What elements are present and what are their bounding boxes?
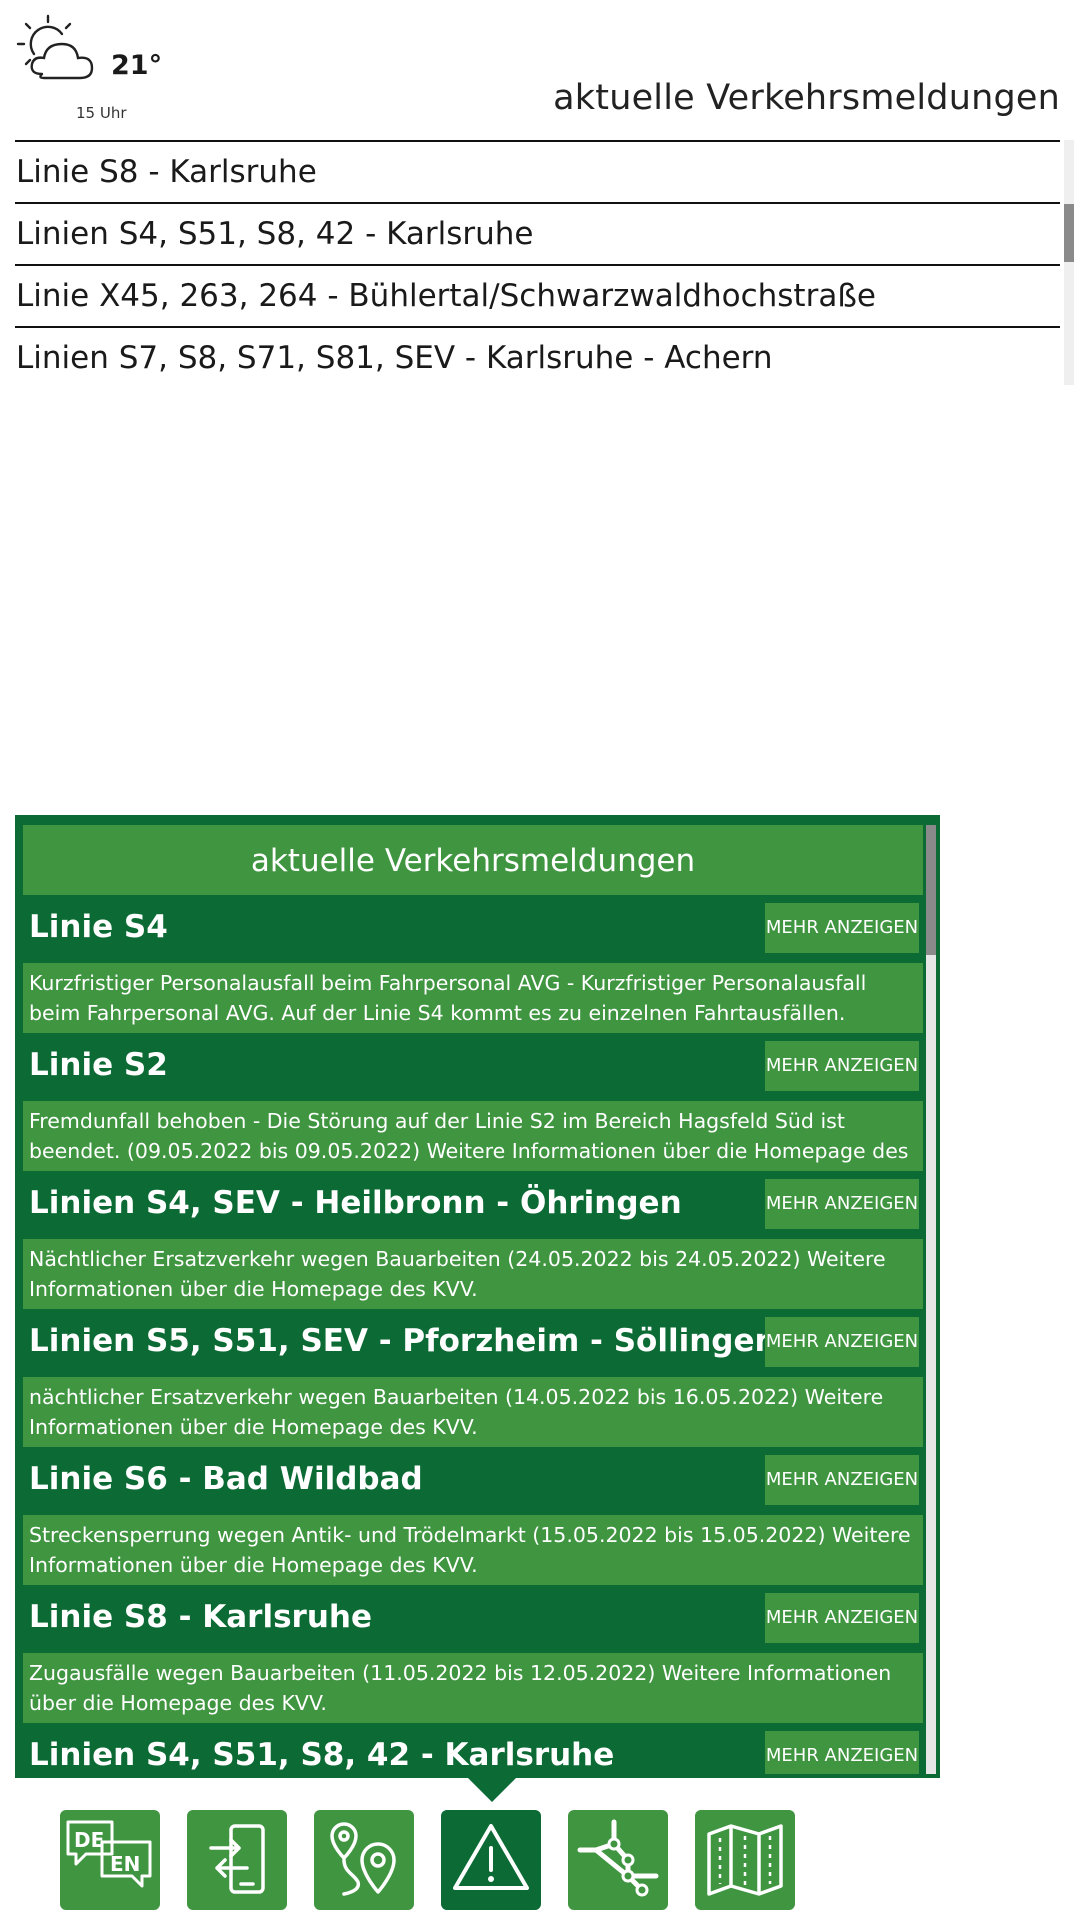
network-map-button[interactable] <box>568 1810 668 1910</box>
traffic-news-list[interactable]: Linie S8 - Karlsruhe Linien S4, S51, S8,… <box>15 140 1060 385</box>
weather-widget: 21° 15 Uhr <box>16 14 166 122</box>
message-header: Linien S4, SEV - Heilbronn - Öhringen ME… <box>23 1173 923 1239</box>
message-text: Zugausfälle wegen Bauarbeiten (11.05.202… <box>23 1653 923 1723</box>
scrollbar-thumb[interactable] <box>926 825 936 955</box>
more-button[interactable]: MEHR ANZEIGEN <box>765 1041 919 1091</box>
map-button[interactable] <box>695 1810 795 1910</box>
warning-icon <box>453 1824 529 1890</box>
message-header: Linien S5, S51, SEV - Pforzheim - Söllin… <box>23 1311 923 1377</box>
more-button[interactable]: MEHR ANZEIGEN <box>765 1593 919 1643</box>
scrollbar-thumb[interactable] <box>1064 204 1074 262</box>
traffic-news-panel: aktuelle Verkehrsmeldungen Linie S4 MEHR… <box>15 815 940 1778</box>
panel-scrollbar[interactable] <box>926 825 936 1774</box>
message-text: Nächtlicher Ersatzverkehr wegen Bauarbei… <box>23 1239 923 1309</box>
more-button[interactable]: MEHR ANZEIGEN <box>765 1455 919 1505</box>
language-de-en-icon: DE EN <box>66 1820 152 1888</box>
list-item[interactable]: Linie X45, 263, 264 - Bühlertal/Schwarzw… <box>15 264 1060 326</box>
traffic-news-scroll-area[interactable]: aktuelle Verkehrsmeldungen Linie S4 MEHR… <box>23 825 923 1774</box>
message-title: Linie S8 - Karlsruhe <box>29 1599 372 1635</box>
list-item[interactable]: Linien S4, S51, S8, 42 - Karlsruhe <box>15 202 1060 264</box>
message-header: Linie S4 MEHR ANZEIGEN <box>23 897 923 963</box>
message-title: Linie S2 <box>29 1047 168 1083</box>
message-header: Linien S4, S51, S8, 42 - Karlsruhe MEHR … <box>23 1725 923 1774</box>
network-lines-icon <box>577 1819 659 1897</box>
message-header: Linie S8 - Karlsruhe MEHR ANZEIGEN <box>23 1587 923 1653</box>
message-text: nächtlicher Ersatzverkehr wegen Bauarbei… <box>23 1377 923 1447</box>
list-scrollbar[interactable] <box>1064 140 1074 385</box>
panel-title: aktuelle Verkehrsmeldungen <box>23 825 923 895</box>
message-title: Linien S4, SEV - Heilbronn - Öhringen <box>29 1185 682 1221</box>
more-button[interactable]: MEHR ANZEIGEN <box>765 1731 919 1774</box>
traffic-news-button[interactable] <box>441 1810 541 1910</box>
map-icon <box>707 1824 783 1896</box>
language-button[interactable]: DE EN <box>60 1810 160 1910</box>
route-planner-button[interactable] <box>314 1810 414 1910</box>
temperature-label: 21° <box>111 50 163 81</box>
page-title: aktuelle Verkehrsmeldungen <box>553 78 1060 118</box>
message-text: Streckensperrung wegen Antik- und Trödel… <box>23 1515 923 1585</box>
more-button[interactable]: MEHR ANZEIGEN <box>765 1179 919 1229</box>
forecast-time-label: 15 Uhr <box>76 104 127 122</box>
phone-transfer-button[interactable] <box>187 1810 287 1910</box>
list-item[interactable]: Linie S8 - Karlsruhe <box>15 140 1060 202</box>
message-text: Kurzfristiger Personalausfall beim Fahrp… <box>23 963 923 1033</box>
message-text: Fremdunfall behoben - Die Störung auf de… <box>23 1101 923 1171</box>
svg-text:EN: EN <box>110 1852 140 1876</box>
svg-text:DE: DE <box>74 1828 104 1852</box>
route-map-pin-icon <box>330 1822 396 1896</box>
list-item[interactable]: Linien S7, S8, S71, S81, SEV - Karlsruhe… <box>15 326 1060 385</box>
message-title: Linie S6 - Bad Wildbad <box>29 1461 423 1497</box>
bottom-navigation: DE EN <box>60 1810 800 1910</box>
message-header: Linie S2 MEHR ANZEIGEN <box>23 1035 923 1101</box>
message-title: Linien S4, S51, S8, 42 - Karlsruhe <box>29 1737 615 1773</box>
message-title: Linien S5, S51, SEV - Pforzheim - Söllin… <box>29 1323 777 1359</box>
more-button[interactable]: MEHR ANZEIGEN <box>765 1317 919 1367</box>
message-header: Linie S6 - Bad Wildbad MEHR ANZEIGEN <box>23 1449 923 1515</box>
active-tab-pointer <box>466 1776 518 1802</box>
message-title: Linie S4 <box>29 909 168 945</box>
more-button[interactable]: MEHR ANZEIGEN <box>765 903 919 953</box>
phone-transfer-icon <box>209 1824 265 1894</box>
partly-cloudy-icon <box>16 14 94 80</box>
